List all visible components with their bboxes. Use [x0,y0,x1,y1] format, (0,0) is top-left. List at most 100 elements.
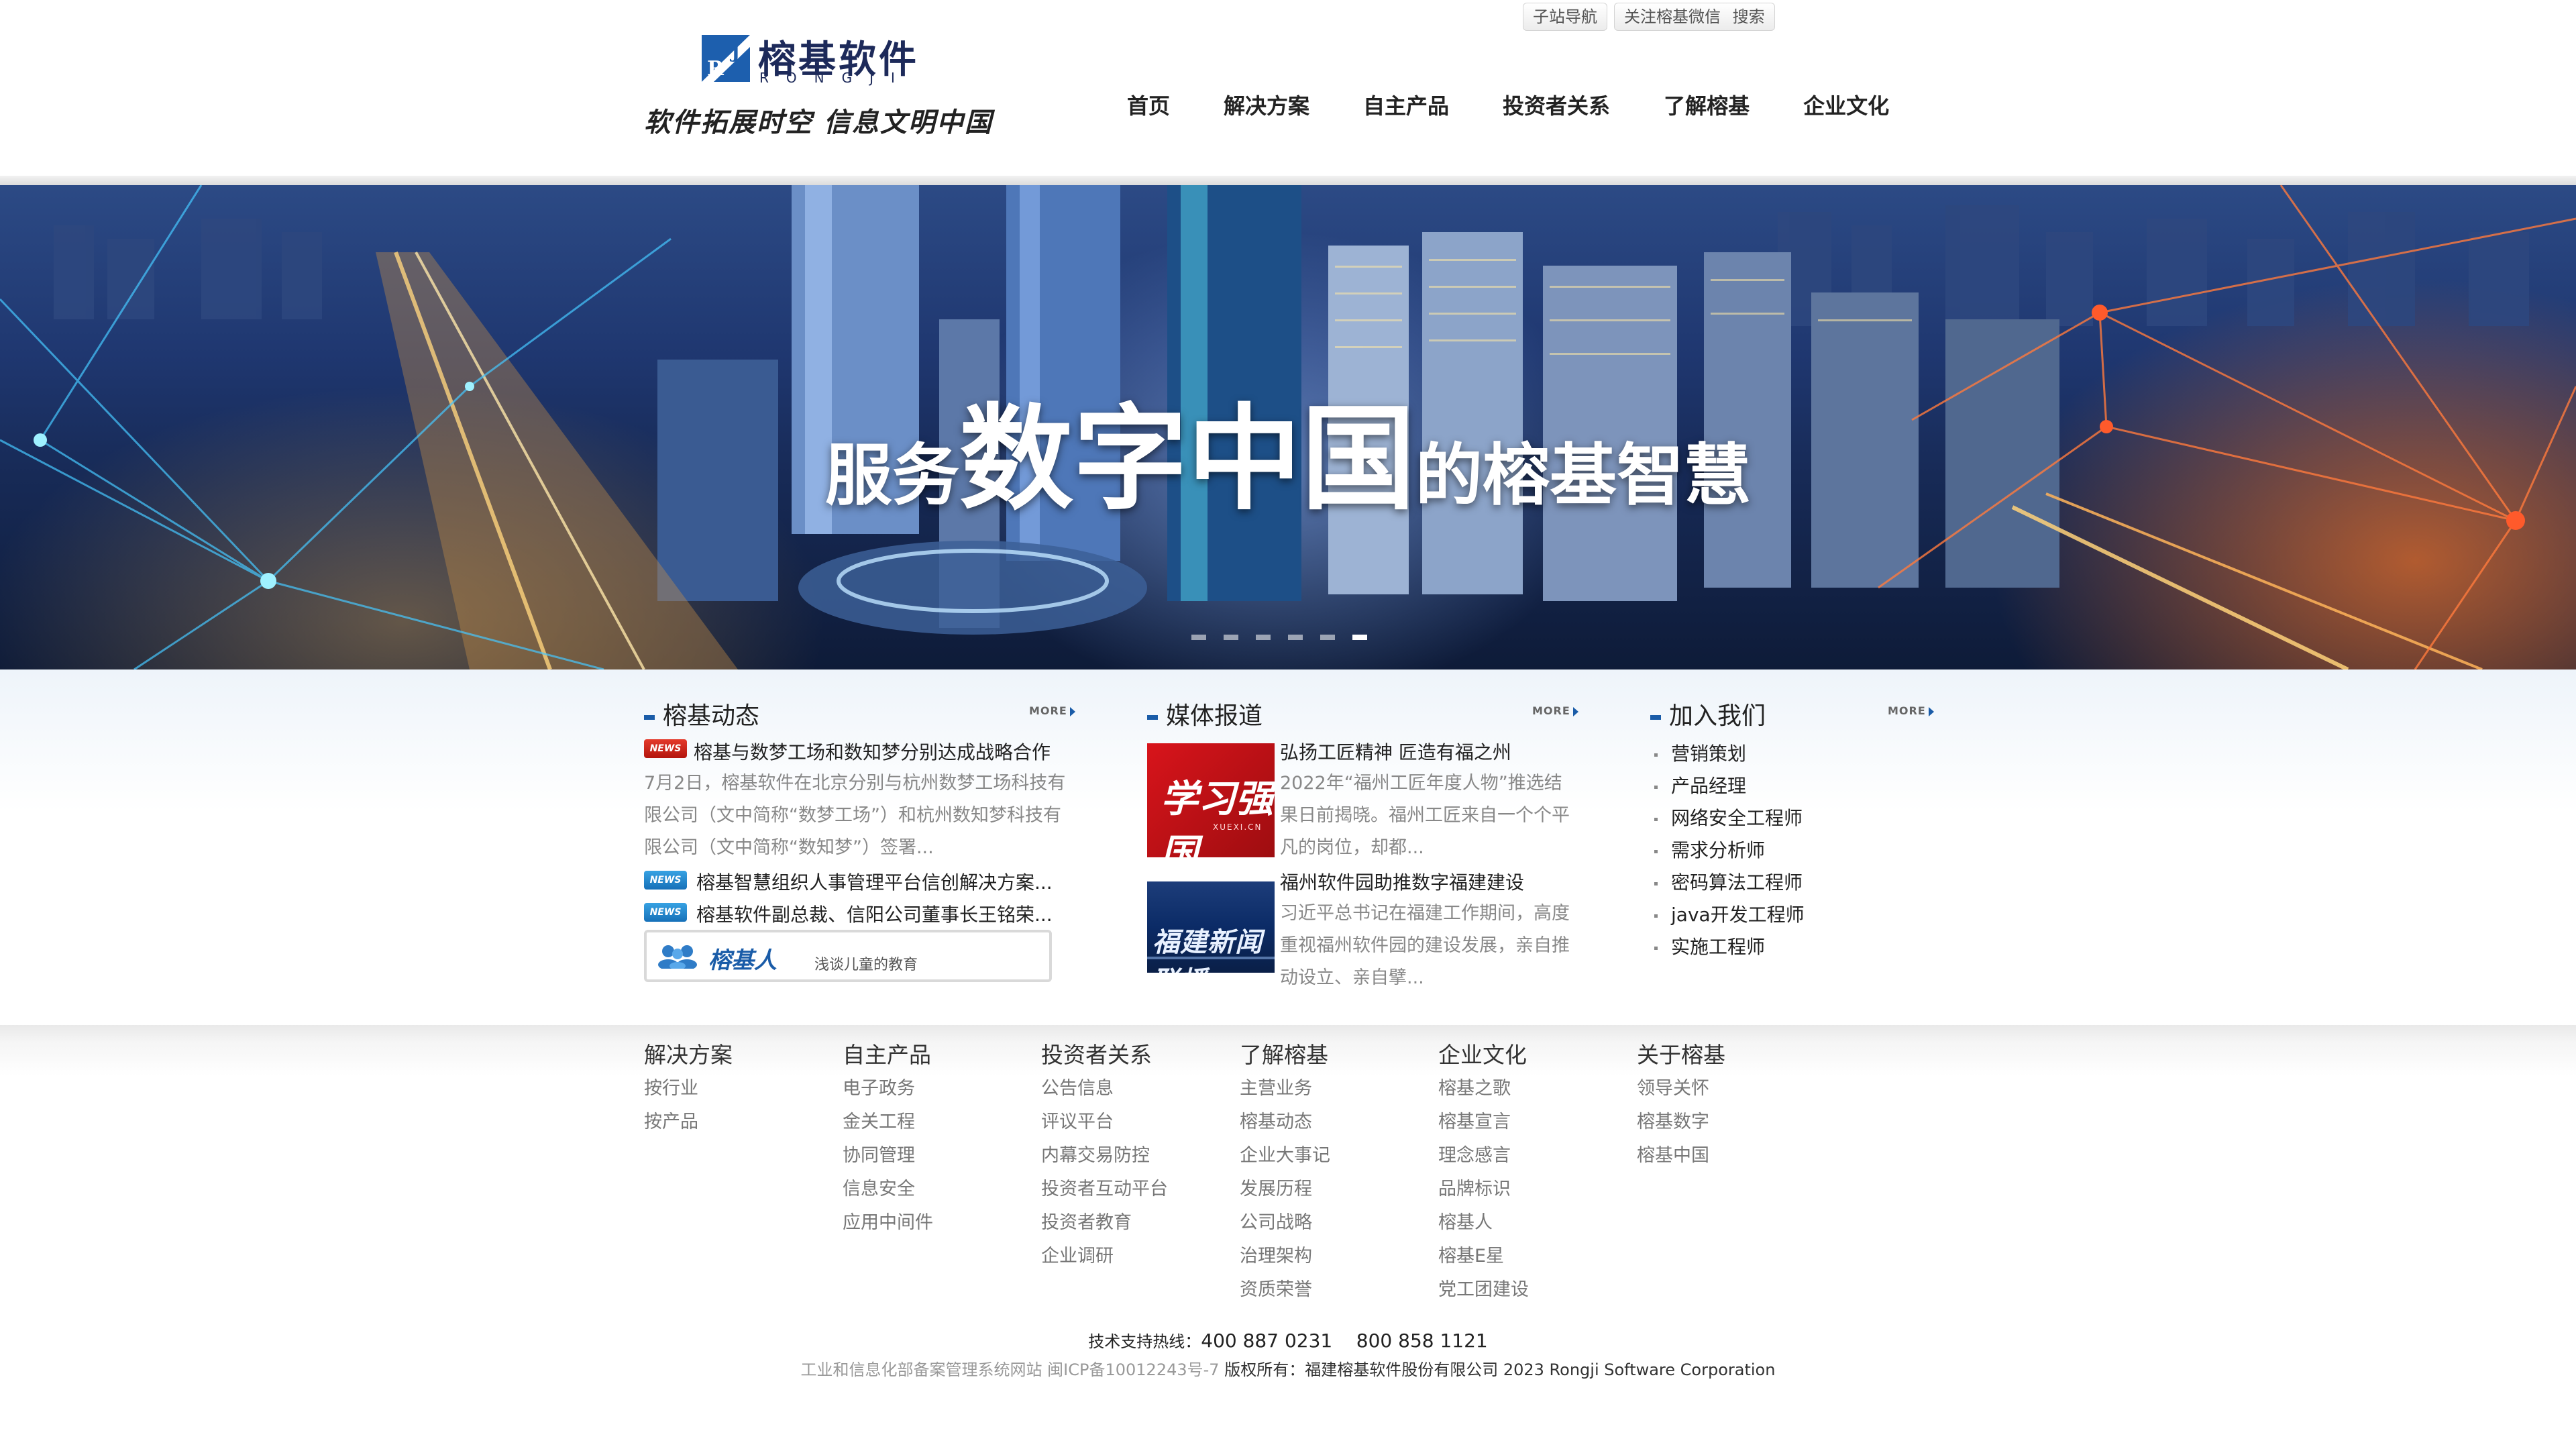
rongji-people-banner[interactable]: 榕基人 浅谈儿童的教育 [644,930,1052,982]
footer-link[interactable]: 内幕交易防控 [1041,1139,1236,1173]
footer-link[interactable]: 企业大事记 [1240,1139,1434,1173]
news-item-2[interactable]: 榕基软件副总裁、信阳公司董事长王铭荣... [696,900,1053,927]
logo-subtitle: RONGJI [759,70,912,86]
footer-link[interactable]: 公司战略 [1240,1206,1434,1240]
footer-link[interactable]: 电子政务 [843,1072,1037,1106]
job-item[interactable]: 需求分析师 [1654,836,1765,863]
media-item-2-headline[interactable]: 福州软件园助推数字福建建设 [1280,868,1524,895]
rongji-logo-icon: R J [702,35,750,82]
footer-link[interactable]: 党工团建设 [1438,1273,1633,1307]
bullet-icon [1654,946,1658,950]
carousel-dot[interactable] [1224,635,1238,640]
banner-title-part-2: 数字中国 [959,393,1415,526]
footer-link[interactable]: 协同管理 [843,1139,1037,1173]
footer-link[interactable]: 品牌标识 [1438,1173,1633,1206]
footer-column-heading[interactable]: 解决方案 [644,1038,839,1072]
job-item[interactable]: 营销策划 [1654,739,1746,766]
footer-column-heading[interactable]: 投资者关系 [1041,1038,1236,1072]
footer-column: 企业文化 榕基之歌 榕基宣言 理念感言 品牌标识 榕基人 榕基E星 党工团建设 [1438,1038,1633,1307]
footer-column-heading[interactable]: 关于榕基 [1637,1038,1831,1072]
hero-banner[interactable]: 服务数字中国的榕基智慧 [0,185,2576,669]
banner-title-part-3: 的榕基智慧 [1415,436,1751,515]
footer-link[interactable]: 榕基宣言 [1438,1106,1633,1139]
footer-link[interactable]: 公告信息 [1041,1072,1236,1106]
footer-link[interactable]: 按产品 [644,1106,839,1139]
nav-item-home[interactable]: 首页 [1100,86,1197,126]
featured-news-headline[interactable]: 榕基与数梦工场和数知梦分别达成战略合作 [694,738,1051,765]
bullet-icon [1654,817,1658,821]
footer-link[interactable]: 榕基动态 [1240,1106,1434,1139]
footer-link[interactable]: 投资者教育 [1041,1206,1236,1240]
carousel-dot[interactable] [1352,635,1367,640]
footer-link[interactable]: 应用中间件 [843,1206,1037,1240]
media-thumbnail-2[interactable]: 福建新闻联播 [1147,881,1275,973]
copyright-line: 工业和信息化部备案管理系统网站 闽ICP备10012243号-7 版权所有：福建… [0,1356,2576,1380]
job-item[interactable]: 密码算法工程师 [1654,868,1803,895]
carousel-dot[interactable] [1320,635,1335,640]
top-link-site-nav[interactable]: 子站导航 [1523,3,1607,31]
section-bar-icon [644,714,655,720]
nav-item-solutions[interactable]: 解决方案 [1197,86,1336,126]
footer-link[interactable]: 发展历程 [1240,1173,1434,1206]
footer-link[interactable]: 按行业 [644,1072,839,1106]
footer-link[interactable]: 榕基中国 [1637,1139,1831,1173]
media-thumbnail-subtext: XUEXI.CN [1213,822,1263,832]
banner-title-part-1: 服务 [824,436,959,515]
job-item[interactable]: 网络安全工程师 [1654,804,1803,830]
footer-link[interactable]: 主营业务 [1240,1072,1434,1106]
footer-link[interactable]: 榕基数字 [1637,1106,1831,1139]
copyright-text: 版权所有：福建榕基软件股份有限公司 2023 Rongji Software C… [1224,1360,1776,1379]
news-more-link[interactable]: MORE [1029,704,1075,717]
footer-column-heading[interactable]: 企业文化 [1438,1038,1633,1072]
news-section-title: 榕基动态 [644,696,759,731]
top-link-wechat[interactable]: 关注榕基微信 [1624,7,1721,26]
footer-link[interactable]: 企业调研 [1041,1240,1236,1273]
footer-link[interactable]: 榕基E星 [1438,1240,1633,1273]
top-link-search[interactable]: 搜索 [1733,7,1765,26]
footer-column: 关于榕基 领导关怀 榕基数字 榕基中国 [1637,1038,1831,1173]
hotline-label: 技术支持热线： [1088,1332,1201,1351]
site-footer: 解决方案 按行业 按产品 自主产品 电子政务 金关工程 协同管理 信息安全 应用中间件 投资者关系… [0,1025,2576,1449]
carousel-dot[interactable] [1256,635,1271,640]
bullet-icon [1654,881,1658,885]
carousel-dot[interactable] [1288,635,1303,640]
footer-link[interactable]: 金关工程 [843,1106,1037,1139]
media-thumbnail-1[interactable]: 学习强国 XUEXI.CN [1147,743,1275,857]
footer-link[interactable]: 资质荣誉 [1240,1273,1434,1307]
nav-item-products[interactable]: 自主产品 [1336,86,1476,126]
footer-link[interactable]: 治理架构 [1240,1240,1434,1273]
job-item[interactable]: 产品经理 [1654,771,1746,798]
footer-link[interactable]: 信息安全 [843,1173,1037,1206]
site-logo[interactable]: R J 榕基软件 RONGJI 软件拓展时空 信息文明中国 [644,27,991,141]
footer-column-heading[interactable]: 了解榕基 [1240,1038,1434,1072]
footer-column: 解决方案 按行业 按产品 [644,1038,839,1139]
top-links: 子站导航 关注榕基微信 搜索 [1523,3,1775,31]
header-divider [0,176,2576,185]
rongji-people-tagline: 浅谈儿童的教育 [814,957,918,973]
footer-column-heading[interactable]: 自主产品 [843,1038,1037,1072]
nav-item-culture[interactable]: 企业文化 [1776,86,1916,126]
media-thumbnail-text: 福建新闻联播 [1152,927,1263,973]
media-item-1-headline[interactable]: 弘扬工匠精神 匠造有福之州 [1280,738,1511,765]
media-item-1-summary: 2022年“福州工匠年度人物”推选结果日前揭晓。福州工匠来自一个个平凡的岗位，却… [1280,773,1570,858]
nav-item-about[interactable]: 了解榕基 [1637,86,1776,126]
logo-slogan: 软件拓展时空 信息文明中国 [644,107,993,138]
news-item-1[interactable]: 榕基智慧组织人事管理平台信创解决方案... [696,868,1053,895]
footer-link[interactable]: 榕基人 [1438,1206,1633,1240]
footer-link[interactable]: 理念感言 [1438,1139,1633,1173]
carousel-dot[interactable] [1191,635,1206,640]
jobs-more-link[interactable]: MORE [1888,704,1934,717]
footer-link[interactable]: 投资者互动平台 [1041,1173,1236,1206]
nav-item-investors[interactable]: 投资者关系 [1476,86,1637,126]
icp-record-link[interactable]: 工业和信息化部备案管理系统网站 闽ICP备10012243号-7 [801,1360,1220,1379]
bullet-icon [1654,849,1658,853]
hotline-numbers: 400 887 0231 800 858 1121 [1201,1330,1488,1352]
footer-link[interactable]: 领导关怀 [1637,1072,1831,1106]
media-more-link[interactable]: MORE [1532,704,1578,717]
footer-link[interactable]: 榕基之歌 [1438,1072,1633,1106]
job-item[interactable]: java开发工程师 [1654,900,1805,927]
footer-link[interactable]: 评议平台 [1041,1106,1236,1139]
job-item[interactable]: 实施工程师 [1654,932,1765,959]
media-section-title: 媒体报道 [1147,696,1263,731]
news-badge-icon: NEWS [644,871,687,890]
